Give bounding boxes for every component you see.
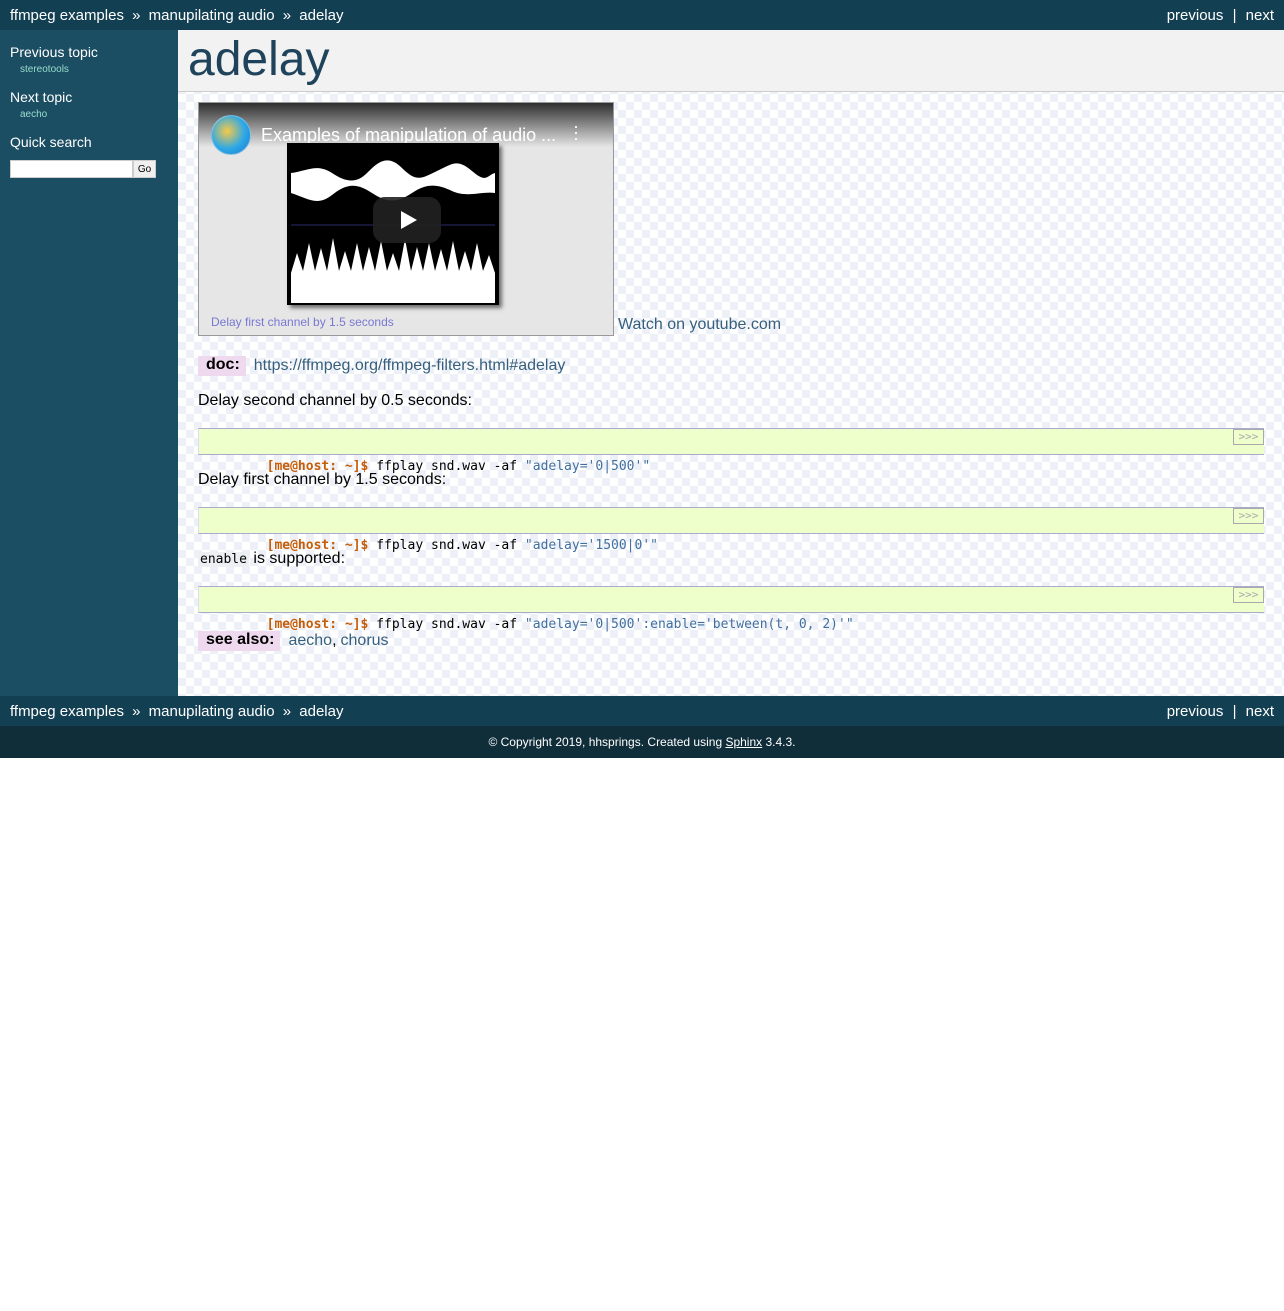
nav-separator: |: [1232, 702, 1237, 720]
previous-topic-heading: Previous topic: [10, 44, 98, 60]
shell-prompt: [me@host: ~]$: [266, 617, 369, 632]
copy-prompt-button[interactable]: >>>: [1233, 429, 1264, 445]
command-text: ffplay snd.wav -af: [368, 459, 525, 474]
prev-next-nav: previous | next: [1167, 7, 1274, 24]
search-form: Go: [10, 160, 156, 178]
nav-separator: |: [1232, 6, 1237, 24]
command-text: ffplay snd.wav -af: [368, 538, 525, 553]
copy-prompt-button[interactable]: >>>: [1233, 508, 1264, 524]
paragraph-delay-second: Delay second channel by 0.5 seconds:: [198, 392, 472, 409]
breadcrumb-adelay[interactable]: adelay: [299, 703, 343, 720]
document-wrapper: Previous topic stereotools Next topic ae…: [0, 30, 1284, 696]
top-related-bar: ffmpeg examples » manupilating audio » a…: [0, 0, 1284, 30]
channel-avatar-icon[interactable]: [211, 115, 251, 155]
video-row: Examples of manipulation of audio ... · ·…: [198, 102, 1264, 336]
next-link[interactable]: next: [1246, 7, 1274, 24]
copy-prompt-button[interactable]: >>>: [1233, 587, 1264, 603]
breadcrumb-manupilating-audio[interactable]: manupilating audio: [149, 7, 275, 24]
more-options-icon[interactable]: · · ·: [573, 117, 579, 147]
breadcrumb-ffmpeg-examples[interactable]: ffmpeg examples: [10, 7, 124, 24]
body-content: Examples of manipulation of audio ... · ·…: [178, 92, 1284, 651]
next-topic-heading: Next topic: [10, 89, 73, 105]
command-string: "adelay='1500|0'": [524, 538, 658, 553]
command-string: "adelay='0|500':enable='between(t, 0, 2)…: [524, 617, 854, 632]
copyright-text: © Copyright 2019, hhsprings. Created usi…: [488, 735, 726, 749]
main-content: adelay Examples of manipulation of audio…: [178, 30, 1284, 696]
breadcrumb-separator: »: [132, 6, 141, 24]
breadcrumb-manupilating-audio[interactable]: manupilating audio: [149, 703, 275, 720]
breadcrumb-ffmpeg-examples[interactable]: ffmpeg examples: [10, 703, 124, 720]
breadcrumb-separator: »: [132, 702, 141, 720]
prev-next-nav: previous | next: [1167, 703, 1274, 720]
page-title: adelay: [188, 33, 330, 86]
next-topic-link[interactable]: aecho: [20, 109, 156, 120]
copyright-footer: © Copyright 2019, hhsprings. Created usi…: [0, 726, 1284, 758]
play-button[interactable]: [373, 197, 441, 243]
code-block: [me@host: ~]$ ffplay snd.wav -af "adelay…: [198, 507, 1264, 553]
previous-link[interactable]: previous: [1167, 7, 1224, 24]
doc-label: doc:: [198, 356, 246, 376]
breadcrumb-separator: »: [282, 702, 292, 720]
quick-search-heading: Quick search: [10, 134, 92, 150]
previous-topic-link[interactable]: stereotools: [20, 64, 156, 75]
next-link[interactable]: next: [1246, 703, 1274, 720]
shell-prompt: [me@host: ~]$: [266, 538, 369, 553]
previous-link[interactable]: previous: [1167, 703, 1224, 720]
doc-link[interactable]: https://ffmpeg.org/ffmpeg-filters.html#a…: [254, 357, 566, 375]
watch-on-youtube-link[interactable]: Watch on youtube.com: [618, 316, 781, 334]
command-string: "adelay='0|500'": [524, 459, 651, 474]
page-title-bar: adelay: [178, 30, 1284, 92]
shell-prompt: [me@host: ~]$: [266, 459, 369, 474]
video-caption: Delay first channel by 1.5 seconds: [211, 315, 394, 329]
sphinx-version: 3.4.3.: [762, 735, 796, 749]
breadcrumb: ffmpeg examples » manupilating audio » a…: [10, 7, 343, 24]
breadcrumb: ffmpeg examples » manupilating audio » a…: [10, 703, 343, 720]
sphinx-link[interactable]: Sphinx: [725, 735, 762, 749]
bottom-related-bar: ffmpeg examples » manupilating audio » a…: [0, 696, 1284, 726]
search-input[interactable]: [10, 160, 133, 178]
breadcrumb-adelay[interactable]: adelay: [299, 7, 343, 24]
sidebar: Previous topic stereotools Next topic ae…: [0, 30, 178, 696]
doc-field: doc: https://ffmpeg.org/ffmpeg-filters.h…: [198, 356, 1264, 376]
code-block: [me@host: ~]$ ffplay snd.wav -af "adelay…: [198, 428, 1264, 474]
breadcrumb-separator: »: [282, 6, 292, 24]
command-text: ffplay snd.wav -af: [368, 617, 525, 632]
go-button[interactable]: Go: [133, 160, 156, 178]
youtube-video-embed[interactable]: Examples of manipulation of audio ... · ·…: [198, 102, 614, 336]
code-block: [me@host: ~]$ ffplay snd.wav -af "adelay…: [198, 586, 1264, 632]
